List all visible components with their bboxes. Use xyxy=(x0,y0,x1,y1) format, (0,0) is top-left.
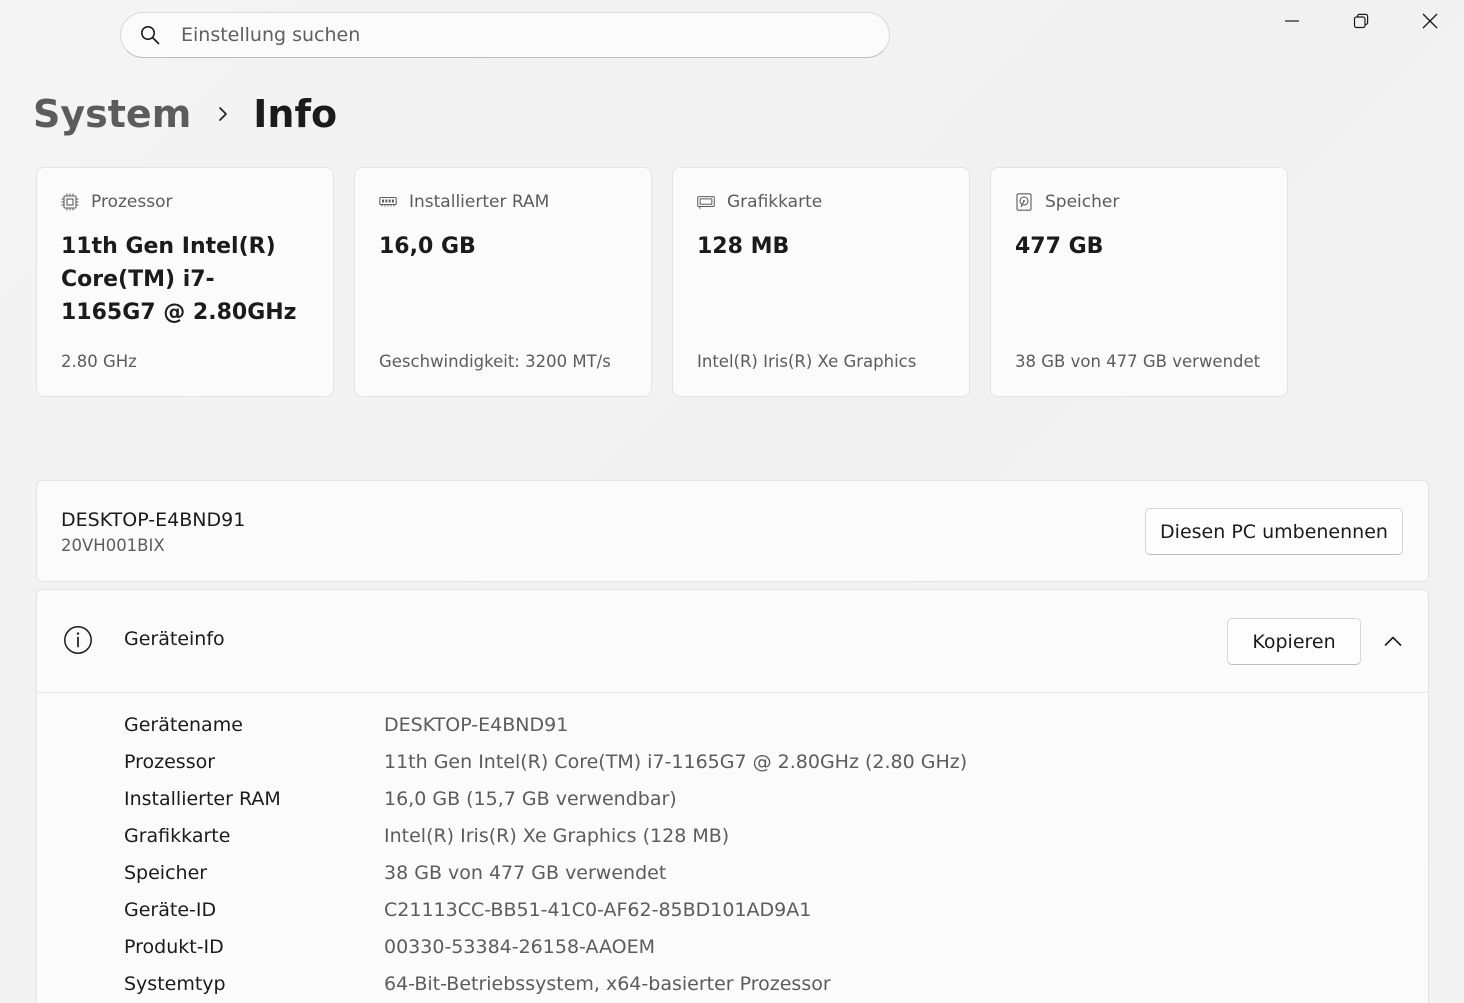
ram-icon xyxy=(379,193,397,211)
table-row: Installierter RAM 16,0 GB (15,7 GB verwe… xyxy=(124,780,967,817)
minimize-button[interactable] xyxy=(1257,0,1326,46)
row-key: Systemtyp xyxy=(124,972,226,995)
info-icon xyxy=(63,625,93,655)
minimize-icon xyxy=(1284,13,1300,33)
table-row: Systemtyp 64-Bit-Betriebssystem, x64-bas… xyxy=(124,965,967,1002)
chevron-up-icon[interactable] xyxy=(1378,626,1408,656)
row-value: DESKTOP-E4BND91 xyxy=(384,713,569,736)
card-label: Grafikkarte xyxy=(727,192,823,212)
card-storage: Speicher 477 GB 38 GB von 477 GB verwend… xyxy=(990,167,1288,397)
search-input[interactable] xyxy=(181,20,841,50)
page-title: Info xyxy=(253,92,338,136)
settings-window: System Info xyxy=(0,0,1464,1003)
row-key: Produkt-ID xyxy=(124,935,224,958)
card-subtext: 38 GB von 477 GB verwendet xyxy=(1015,352,1261,371)
card-value: 11th Gen Intel(R) Core(TM) i7-1165G7 @ 2… xyxy=(61,234,297,325)
chevron-right-icon xyxy=(217,105,229,123)
spec-cards: Prozessor 11th Gen Intel(R) Core(TM) i7-… xyxy=(36,167,1288,397)
card-subtext: 2.80 GHz xyxy=(61,352,137,371)
restore-icon xyxy=(1353,13,1369,33)
pc-name-row: DESKTOP-E4BND91 20VH001BIX Diesen PC umb… xyxy=(36,480,1429,582)
storage-icon xyxy=(1015,193,1033,211)
table-row: Gerätename DESKTOP-E4BND91 xyxy=(124,706,967,743)
breadcrumb: System Info xyxy=(33,86,337,142)
card-value: 128 MB xyxy=(697,234,790,259)
card-label: Speicher xyxy=(1045,192,1120,212)
row-value: 38 GB von 477 GB verwendet xyxy=(384,861,667,884)
row-value: 00330-53384-26158-AAOEM xyxy=(384,935,656,958)
graphics-card-icon xyxy=(697,193,715,211)
search-box[interactable] xyxy=(120,12,890,58)
row-value: Intel(R) Iris(R) Xe Graphics (128 MB) xyxy=(384,824,730,847)
close-icon xyxy=(1422,13,1438,33)
window-controls xyxy=(1257,0,1464,46)
card-value: 16,0 GB xyxy=(379,234,476,259)
close-button[interactable] xyxy=(1395,0,1464,46)
table-row: Geräte-ID C21113CC-BB51-41C0-AF62-85BD10… xyxy=(124,891,967,928)
search-icon xyxy=(140,25,160,45)
device-info-table: Gerätename DESKTOP-E4BND91 Prozessor 11t… xyxy=(124,706,967,1002)
card-subtext: Geschwindigkeit: 3200 MT/s xyxy=(379,352,611,371)
table-row: Prozessor 11th Gen Intel(R) Core(TM) i7-… xyxy=(124,743,967,780)
table-row: Produkt-ID 00330-53384-26158-AAOEM xyxy=(124,928,967,965)
row-key: Geräte-ID xyxy=(124,898,217,921)
card-label: Installierter RAM xyxy=(409,192,550,212)
processor-icon xyxy=(61,193,79,211)
row-value: 11th Gen Intel(R) Core(TM) i7-1165G7 @ 2… xyxy=(384,750,968,773)
card-processor: Prozessor 11th Gen Intel(R) Core(TM) i7-… xyxy=(36,167,334,397)
copy-button[interactable]: Kopieren xyxy=(1227,618,1361,665)
row-value: 16,0 GB (15,7 GB verwendbar) xyxy=(384,787,677,810)
card-subtext: Intel(R) Iris(R) Xe Graphics xyxy=(697,352,917,371)
row-key: Gerätename xyxy=(124,713,243,736)
restore-button[interactable] xyxy=(1326,0,1395,46)
rename-pc-button[interactable]: Diesen PC umbenennen xyxy=(1145,508,1403,555)
row-value: C21113CC-BB51-41C0-AF62-85BD101AD9A1 xyxy=(384,898,812,921)
table-row: Speicher 38 GB von 477 GB verwendet xyxy=(124,854,967,891)
table-row: Grafikkarte Intel(R) Iris(R) Xe Graphics… xyxy=(124,817,967,854)
row-key: Installierter RAM xyxy=(124,787,281,810)
breadcrumb-system[interactable]: System xyxy=(33,92,191,136)
row-key: Prozessor xyxy=(124,750,216,773)
card-graphics: Grafikkarte 128 MB Intel(R) Iris(R) Xe G… xyxy=(672,167,970,397)
row-key: Grafikkarte xyxy=(124,824,231,847)
row-value: 64-Bit-Betriebssystem, x64-basierter Pro… xyxy=(384,972,831,995)
pc-model: 20VH001BIX xyxy=(61,536,165,555)
card-value: 477 GB xyxy=(1015,234,1104,259)
pc-name: DESKTOP-E4BND91 xyxy=(61,509,246,531)
card-ram: Installierter RAM 16,0 GB Geschwindigkei… xyxy=(354,167,652,397)
device-info-section: Geräteinfo Kopieren Gerätename DESKTOP-E… xyxy=(36,589,1429,1003)
device-info-header[interactable]: Geräteinfo Kopieren xyxy=(37,590,1428,693)
row-key: Speicher xyxy=(124,861,208,884)
card-label: Prozessor xyxy=(91,192,173,212)
device-info-title: Geräteinfo xyxy=(124,628,225,650)
